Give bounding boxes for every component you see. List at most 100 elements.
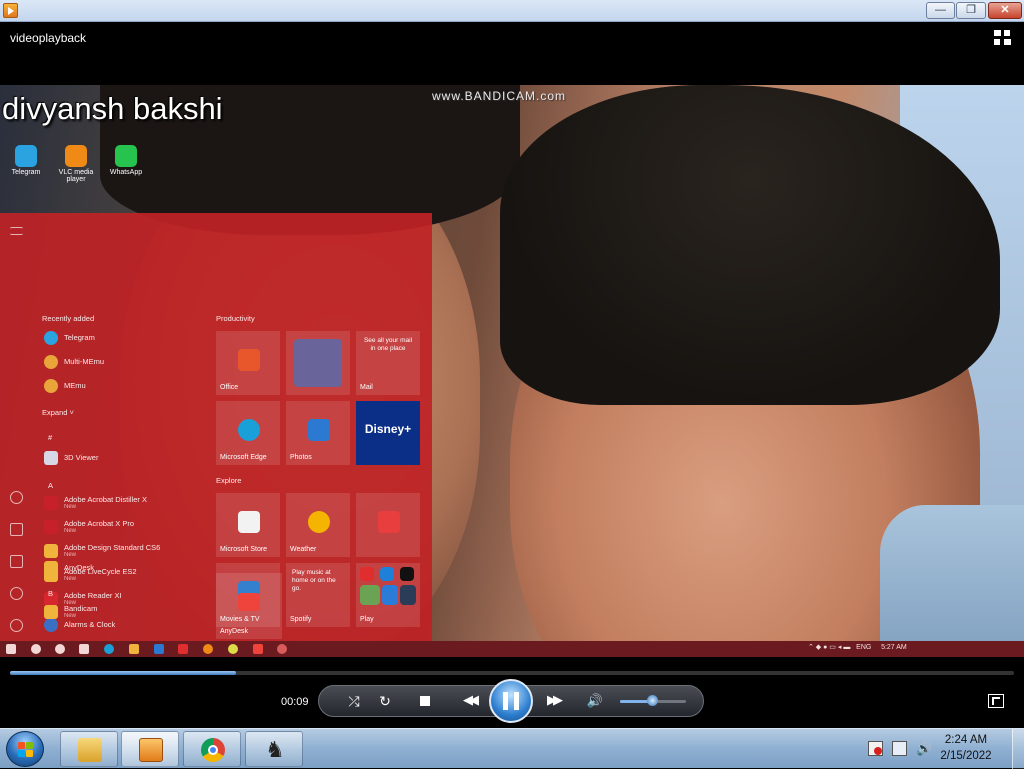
- chrome-icon-center: [208, 745, 218, 755]
- minimize-button[interactable]: —: [926, 2, 955, 19]
- anydesk-icon: [238, 593, 260, 611]
- maximize-button[interactable]: ❐: [956, 2, 986, 19]
- anydesk-icon: [253, 644, 263, 654]
- tile-label: AnyDesk: [220, 628, 249, 635]
- tile-office-apps: [286, 331, 350, 395]
- tile-label: Photos: [290, 454, 312, 461]
- tile-mail: See all your mail in one place Mail: [356, 331, 420, 395]
- edge-icon: [238, 419, 260, 441]
- office-icon: [238, 349, 260, 371]
- desktop-icon-label: Telegram: [11, 169, 41, 176]
- windows-logo-part: [26, 750, 33, 757]
- play-pause-button[interactable]: [489, 679, 533, 723]
- vlc-icon: [65, 145, 87, 167]
- taskbar-windows-explorer[interactable]: [60, 731, 118, 767]
- window-title-bar[interactable]: — ❐ ✕: [0, 0, 1024, 22]
- app-label: AnyDesk: [64, 563, 95, 572]
- video-shirt: [880, 505, 1024, 657]
- alarm-clock-icon: [44, 618, 58, 632]
- tile-label: Mail: [360, 384, 373, 391]
- windows-start-icon: [6, 644, 16, 654]
- app-sublabel: New: [64, 576, 77, 582]
- tile-label: Spotify: [290, 616, 312, 623]
- game-icon: [382, 585, 398, 605]
- windows-logo-icon: [18, 742, 25, 749]
- video-overlay-name: divyansh bakshi: [2, 91, 223, 126]
- app-label: Adobe Reader XI: [64, 591, 122, 600]
- tile-label: Microsoft Edge: [220, 454, 267, 461]
- folder-icon: [129, 644, 139, 654]
- tile-text: See all your mail in one place: [363, 337, 413, 352]
- video-display[interactable]: www.BANDICAM.com divyansh bakshi Telegra…: [0, 85, 1024, 657]
- show-desktop-button[interactable]: [1012, 729, 1024, 769]
- 3d-viewer-icon: [44, 451, 58, 465]
- photos-icon: [308, 419, 330, 441]
- memu-icon: [44, 379, 58, 393]
- taskbar-google-chrome[interactable]: [183, 731, 241, 767]
- app-label: Bandicam: [64, 604, 98, 613]
- pictures-icon: [10, 555, 23, 568]
- volume-slider-thumb[interactable]: [647, 695, 658, 706]
- recorded-system-tray: ⌃ ◆ ● ▭ ◂ ▬ ENG 5:27 AM: [808, 643, 907, 651]
- media-player-app-icon[interactable]: [3, 3, 18, 18]
- user-icon: [10, 491, 23, 504]
- switch-to-now-playing-icon[interactable]: [988, 694, 1004, 708]
- stop-button[interactable]: [415, 691, 435, 711]
- recorded-clock: 5:27 AM: [881, 644, 907, 651]
- app-sublabel: New: [64, 504, 77, 510]
- tray-icons: ⌃ ◆ ● ▭ ◂ ▬: [808, 644, 855, 651]
- tile-play: Play: [356, 563, 420, 627]
- search-icon: [31, 644, 41, 654]
- bandicam-icon: [277, 644, 287, 654]
- acrobat-icon: [44, 496, 58, 510]
- tile-weather: Weather: [286, 493, 350, 557]
- tile-label: Play: [360, 616, 374, 623]
- tile-office: Office: [216, 331, 280, 395]
- tile-anydesk-visible: AnyDesk: [216, 573, 282, 639]
- edge-icon: [104, 644, 114, 654]
- shuffle-button[interactable]: ⤮: [344, 691, 364, 711]
- folder-icon: [78, 738, 102, 762]
- windows-logo-part: [26, 742, 33, 749]
- section-header-b: B: [48, 589, 54, 598]
- repeat-button[interactable]: ↻: [375, 691, 395, 711]
- elapsed-time: 00:09: [281, 696, 309, 708]
- app-label: Telegram: [64, 333, 95, 342]
- video-title: videoplayback: [10, 31, 87, 45]
- pause-icon: [503, 692, 508, 710]
- switch-to-library-icon[interactable]: [994, 30, 1014, 46]
- news-icon: [378, 511, 400, 533]
- desktop-icon-label: WhatsApp: [109, 169, 143, 176]
- previous-button[interactable]: ◀◀: [452, 690, 486, 712]
- taskbar-clock-time[interactable]: 2:24 AM: [928, 734, 1004, 746]
- recorded-taskbar: ⌃ ◆ ● ▭ ◂ ▬ ENG 5:27 AM: [0, 641, 1024, 657]
- game-icon: [360, 585, 380, 605]
- game-icon: [360, 567, 374, 581]
- whatsapp-icon: [115, 145, 137, 167]
- desktop-icon-label: VLC media player: [58, 169, 94, 183]
- volume-icon: 🔊: [586, 693, 604, 708]
- taskbar-windows-media-player[interactable]: [121, 731, 179, 767]
- close-button[interactable]: ✕: [988, 2, 1022, 19]
- tile-store: Microsoft Store: [216, 493, 280, 557]
- start-button[interactable]: [6, 731, 44, 767]
- chrome-icon: [228, 644, 238, 654]
- next-button[interactable]: ▶▶: [536, 690, 570, 712]
- warning-badge: [874, 747, 882, 755]
- app-label: Adobe Design Standard CS6: [64, 543, 161, 552]
- settings-icon: [10, 587, 23, 600]
- bandicam-watermark: www.BANDICAM.com: [432, 89, 567, 103]
- network-icon[interactable]: [892, 741, 907, 756]
- taskbar-clock-date[interactable]: 2/15/2022: [928, 750, 1004, 762]
- app-label: Multi-MEmu: [64, 357, 105, 366]
- seek-bar[interactable]: [10, 671, 1014, 675]
- mail-icon: [154, 644, 164, 654]
- mute-button[interactable]: 🔊: [585, 691, 605, 711]
- section-header-a: A: [48, 481, 54, 490]
- language-indicator: ENG: [856, 644, 872, 651]
- firefox-icon: [203, 644, 213, 654]
- tile-text: Play music at home or on the go.: [292, 569, 336, 592]
- taskbar-chess-titans[interactable]: ♞: [245, 731, 303, 767]
- previous-icon: ◀◀: [463, 692, 479, 707]
- action-center-icon[interactable]: [868, 741, 883, 756]
